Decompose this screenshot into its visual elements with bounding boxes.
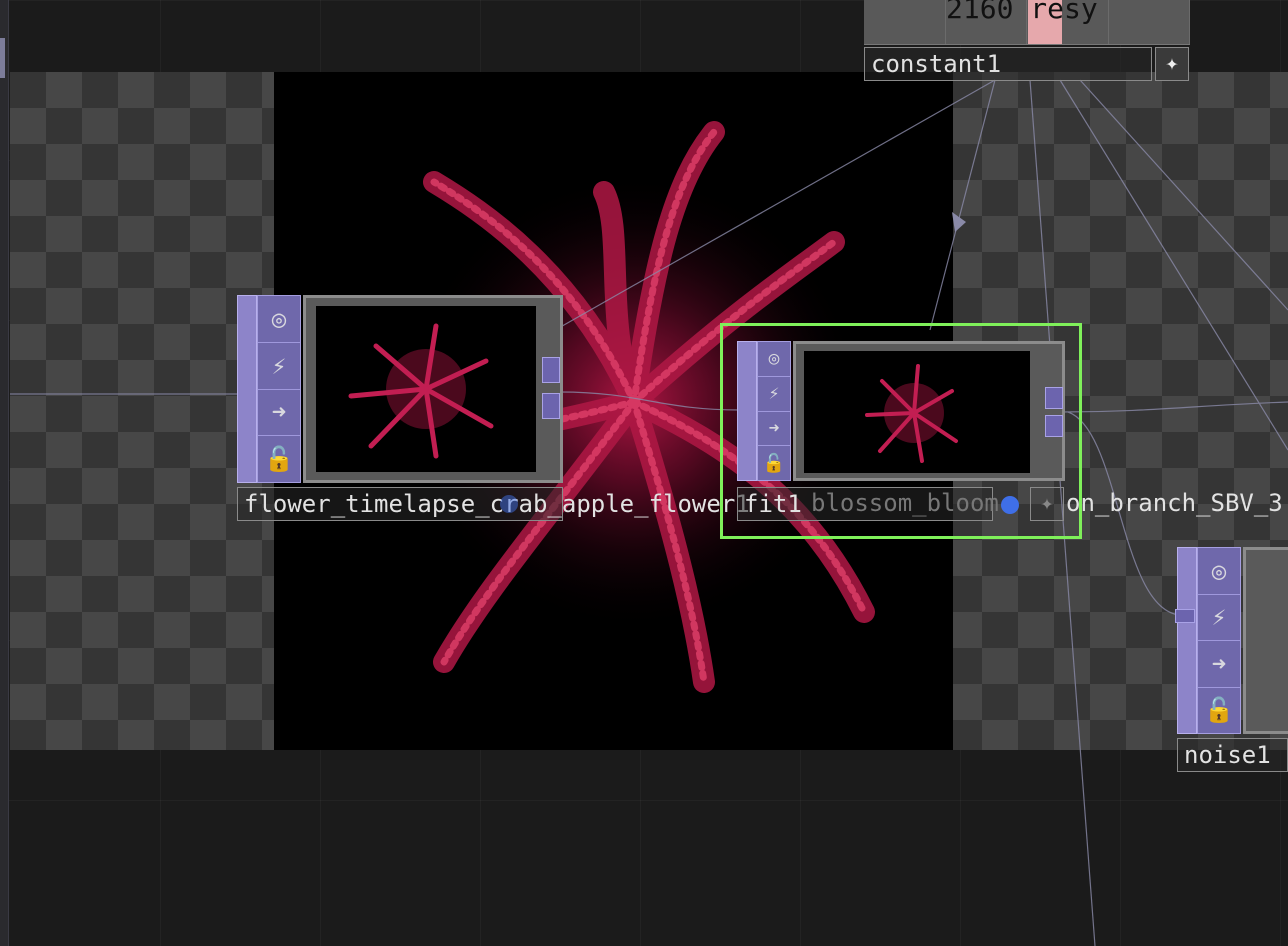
unlock-icon[interactable]: 🔓 — [1198, 688, 1240, 734]
arrow-right-icon[interactable]: ➜ — [1198, 641, 1240, 688]
star-icon[interactable]: ✦ — [1155, 47, 1189, 81]
node-flags-bar: ◎ ⚡ ➜ 🔓 — [1197, 547, 1241, 734]
blossom-label-tail[interactable]: on_branch_SBV_3 — [1066, 487, 1288, 521]
viewer-dot[interactable] — [500, 495, 518, 513]
target-icon[interactable]: ◎ — [1198, 548, 1240, 595]
node-preview-image — [316, 306, 536, 472]
target-icon[interactable]: ◎ — [258, 296, 300, 343]
node-viewer-flag[interactable] — [237, 295, 257, 483]
arrow-right-icon[interactable]: ➜ — [258, 390, 300, 437]
unlock-icon[interactable]: 🔓 — [258, 436, 300, 482]
node-viewer-flag[interactable] — [1177, 547, 1197, 734]
input-connector[interactable] — [1175, 609, 1195, 623]
output-connector[interactable] — [542, 357, 560, 383]
wire-layer — [10, 79, 1288, 946]
constant1-label[interactable]: constant1 — [864, 47, 1152, 81]
flower-timelapse-node[interactable]: ◎ ⚡ ➜ 🔓 — [237, 295, 563, 483]
node-preview-frame — [1243, 547, 1288, 734]
constant1-value-text: 2160 resy — [946, 0, 1098, 25]
node-flags-bar: ◎ ⚡ ➜ 🔓 — [257, 295, 301, 483]
noise1-label[interactable]: noise1 — [1177, 738, 1288, 772]
flag-icon[interactable]: ⚡ — [1198, 595, 1240, 641]
flag-icon[interactable]: ⚡ — [258, 343, 300, 390]
selection-highlight — [720, 323, 1082, 539]
output-connector[interactable] — [542, 393, 560, 419]
node-preview-frame — [303, 295, 563, 483]
constant1-node[interactable]: 2160 resy — [864, 0, 1190, 45]
noise1-node[interactable]: ◎ ⚡ ➜ 🔓 — [1175, 547, 1288, 734]
